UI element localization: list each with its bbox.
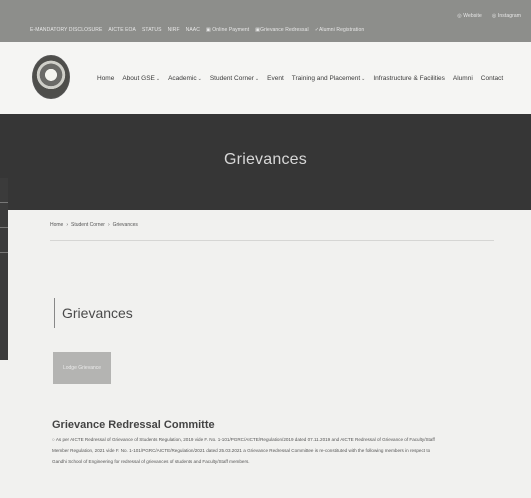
nav-event[interactable]: Event	[267, 75, 284, 82]
chevron-down-icon: ⌄	[361, 75, 366, 82]
page-banner: Grievances	[0, 114, 531, 210]
globe-icon: ◎	[457, 13, 462, 19]
top-utility-bar: E-MANDATORY DISCLOSURE AICTE EOA STATUS …	[0, 0, 531, 42]
instagram-icon: ◎	[491, 13, 497, 19]
breadcrumb: Home › Student Corner › Grievances	[50, 222, 138, 228]
breadcrumb-divider	[50, 240, 494, 241]
chevron-down-icon: ⌄	[155, 75, 161, 82]
nav-label: Contact	[480, 75, 504, 82]
college-logo[interactable]	[32, 55, 70, 99]
top-link-label: Grievance Redressal	[260, 27, 309, 33]
breadcrumb-current: Grievances	[112, 222, 138, 228]
top-link-grievance[interactable]: ▣Grievance Redressal	[255, 27, 308, 33]
divider	[0, 227, 8, 228]
lodge-grievance-button[interactable]: Lodge Grievance	[53, 352, 111, 384]
nav-about[interactable]: About GSE ⌄	[122, 75, 160, 82]
top-link-nirf[interactable]: NIRF	[168, 27, 180, 33]
nav-contact[interactable]: Contact	[481, 75, 503, 82]
top-link-online-payment[interactable]: ▣ Online Payment	[206, 27, 249, 33]
top-link-disclosure[interactable]: E-MANDATORY DISCLOSURE	[30, 27, 102, 33]
committee-line-3: Gandhi School of Engineering for redress…	[52, 459, 250, 464]
nav-label: About GSE	[122, 75, 155, 82]
nav-label: Infrastructure & Facilities	[373, 75, 445, 82]
social-website[interactable]: ◎ Website	[457, 13, 482, 19]
nav-academic[interactable]: Academic ⌄	[168, 75, 202, 82]
banner-title: Grievances	[224, 151, 307, 168]
main-nav: Home About GSE ⌄ Academic ⌄ Student Corner…	[97, 75, 503, 82]
top-link-alumni[interactable]: ✓Alumni Registration	[315, 27, 365, 33]
divider	[0, 252, 8, 253]
site-header: Home About GSE ⌄ Academic ⌄ Student Corner…	[0, 42, 531, 114]
nav-alumni[interactable]: Alumni	[453, 75, 473, 82]
nav-student-corner[interactable]: Student Corner ⌄	[210, 75, 259, 82]
divider	[0, 202, 8, 203]
top-link-label: Online Payment	[212, 27, 250, 33]
committee-line-2: Member Regulation, 2021 vide F. No. 1-10…	[52, 448, 431, 453]
breadcrumb-separator: ›	[66, 222, 69, 228]
button-label: Lodge Grievance	[62, 365, 102, 371]
nav-label: Alumni	[452, 75, 473, 82]
section-heading: Grievances	[54, 298, 133, 328]
nav-home[interactable]: Home	[97, 75, 114, 82]
line-text: As per AICTE Redressal of Grievance of S…	[55, 437, 435, 442]
social-label: Website	[463, 13, 482, 19]
committee-line-1: ○ As per AICTE Redressal of Grievance of…	[52, 437, 435, 442]
top-link-status[interactable]: STATUS	[142, 27, 162, 33]
social-label: Instagram	[497, 13, 521, 19]
breadcrumb-home[interactable]: Home	[50, 222, 63, 228]
top-link-naac[interactable]: NAAC	[186, 27, 200, 33]
breadcrumb-separator: ›	[107, 222, 110, 228]
social-instagram[interactable]: ◎ Instagram	[492, 13, 521, 19]
committee-heading: Grievance Redressal Committe	[52, 419, 215, 431]
nav-label: Training and Placement	[291, 75, 361, 82]
nav-infrastructure[interactable]: Infrastructure & Facilities	[373, 75, 445, 82]
nav-label: Home	[97, 75, 115, 82]
nav-training-placement[interactable]: Training and Placement ⌄	[292, 75, 366, 82]
top-link-label: Alumni Registration	[318, 27, 365, 33]
payment-icon: ▣	[205, 27, 211, 33]
nav-label: Academic	[168, 75, 197, 82]
side-floating-tab[interactable]	[0, 178, 8, 360]
nav-label: Event	[267, 75, 284, 82]
top-links: E-MANDATORY DISCLOSURE AICTE EOA STATUS …	[30, 27, 364, 33]
chevron-down-icon: ⌄	[254, 75, 260, 82]
section-title: Grievances	[62, 305, 133, 321]
committee-description: ○ As per AICTE Redressal of Grievance of…	[52, 434, 492, 467]
chevron-down-icon: ⌄	[197, 75, 202, 82]
breadcrumb-student-corner[interactable]: Student Corner	[71, 222, 105, 228]
social-links: ◎ Website ◎ Instagram	[457, 13, 521, 19]
top-link-eoa[interactable]: AICTE EOA	[108, 27, 136, 33]
nav-label: Student Corner	[209, 75, 254, 82]
